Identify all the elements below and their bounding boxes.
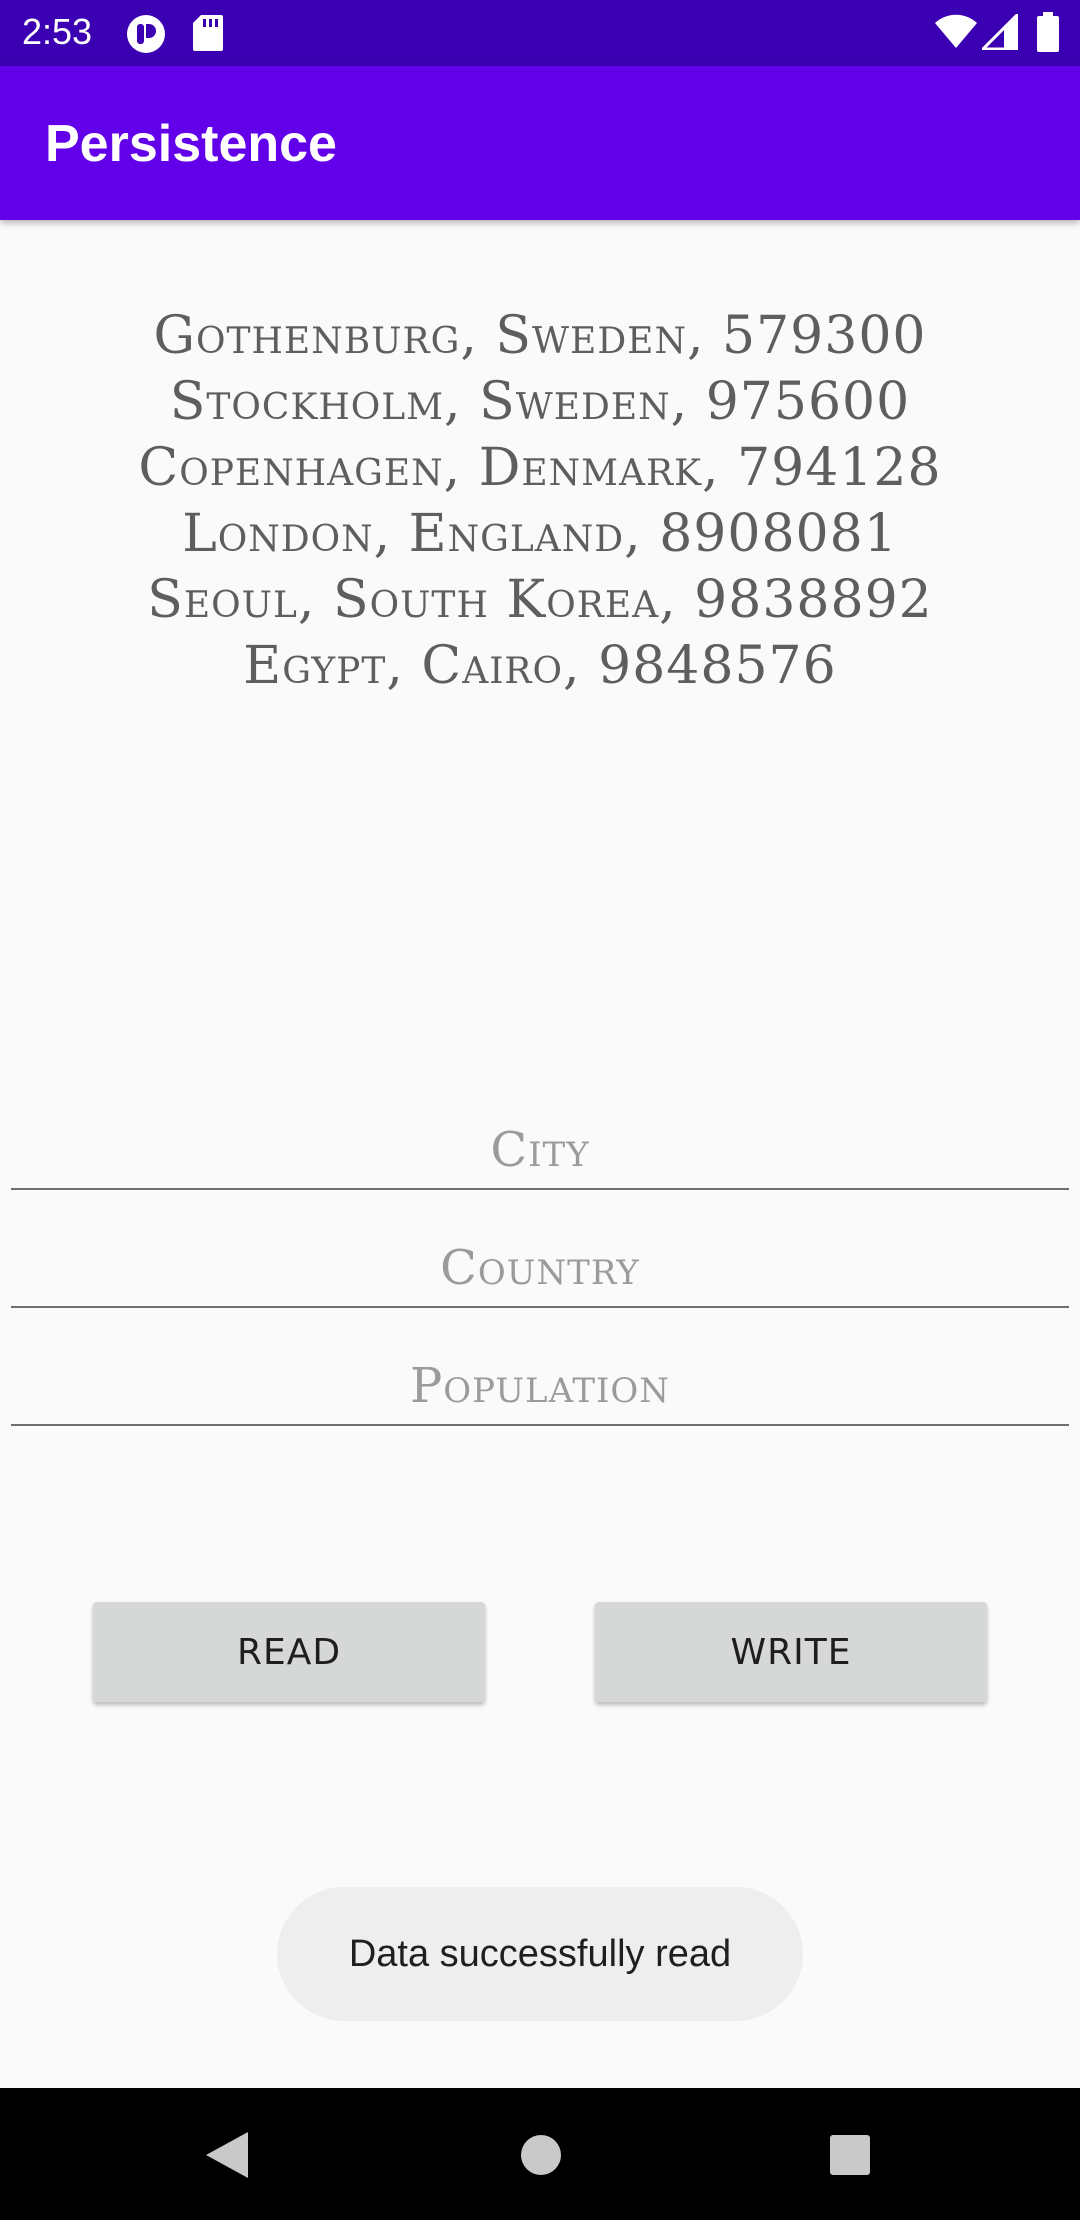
write-button[interactable]: WRITE bbox=[595, 1602, 987, 1702]
city-list: Gothenburg, Sweden, 579300 Stockholm, Sw… bbox=[0, 303, 1080, 699]
screen: 2:53 Persistence Gothenburg, Sweden, 579… bbox=[0, 0, 1080, 2220]
cell-signal-icon bbox=[979, 11, 1019, 55]
city-list-item: Egypt, Cairo, 9848576 bbox=[243, 636, 837, 696]
recents-icon[interactable] bbox=[829, 2130, 871, 2185]
city-input[interactable] bbox=[11, 1090, 1069, 1188]
city-list-item: Stockholm, Sweden, 975600 bbox=[169, 372, 911, 432]
toast: Data successfully read bbox=[277, 1887, 803, 2021]
back-icon[interactable] bbox=[204, 2130, 250, 2185]
population-field-container bbox=[11, 1326, 1069, 1426]
app-title: Persistence bbox=[45, 115, 337, 173]
city-list-item: Gothenburg, Sweden, 579300 bbox=[153, 306, 927, 366]
city-list-item: Seoul, South Korea, 9838892 bbox=[147, 570, 933, 630]
country-input[interactable] bbox=[11, 1208, 1069, 1306]
battery-icon bbox=[1036, 12, 1060, 57]
country-field-container bbox=[11, 1208, 1069, 1308]
status-bar: 2:53 bbox=[0, 0, 1080, 66]
notification-app-icon bbox=[126, 14, 166, 59]
toast-message: Data successfully read bbox=[348, 1932, 732, 1975]
wifi-icon bbox=[934, 14, 978, 55]
status-time: 2:53 bbox=[22, 11, 93, 52]
city-field-container bbox=[11, 1090, 1069, 1190]
population-input[interactable] bbox=[11, 1326, 1069, 1424]
read-button[interactable]: READ bbox=[93, 1602, 485, 1702]
home-icon[interactable] bbox=[519, 2130, 563, 2185]
city-list-item: London, England, 8908081 bbox=[182, 504, 898, 564]
app-bar: Persistence bbox=[0, 66, 1080, 220]
city-list-item: Copenhagen, Denmark, 794128 bbox=[138, 438, 942, 498]
sd-card-icon bbox=[192, 14, 224, 57]
navigation-bar bbox=[0, 2088, 1080, 2220]
